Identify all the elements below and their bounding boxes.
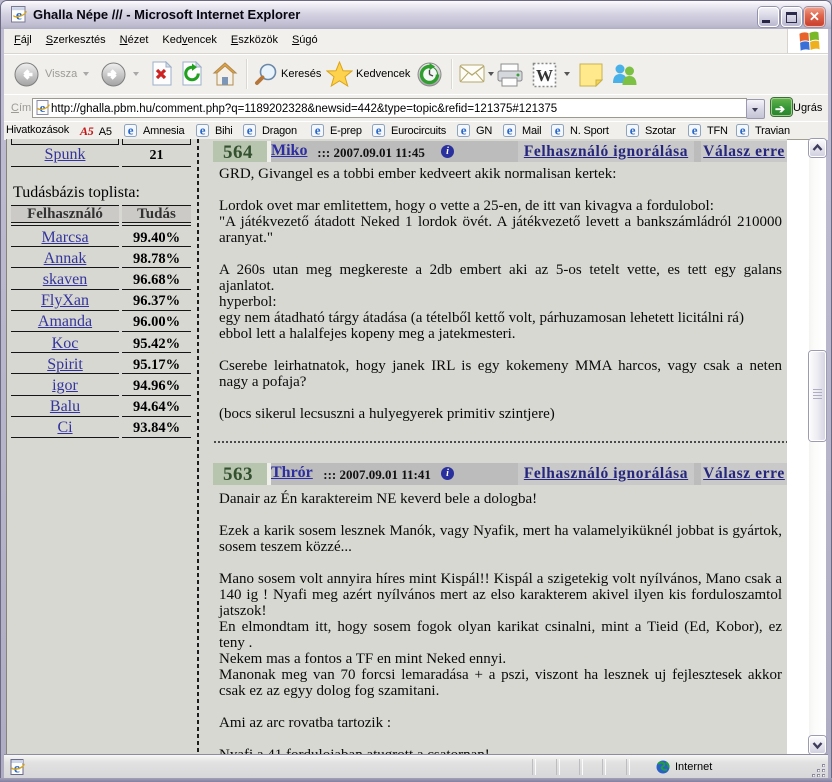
svg-text:W: W xyxy=(536,66,553,85)
svg-text:e: e xyxy=(200,124,206,137)
svg-text:e: e xyxy=(555,124,561,137)
svg-text:e: e xyxy=(692,124,698,137)
svg-text:e: e xyxy=(630,124,636,137)
svg-text:e: e xyxy=(315,124,321,137)
svg-text:e: e xyxy=(128,124,134,137)
svg-text:e: e xyxy=(740,124,746,137)
svg-text:e: e xyxy=(376,124,382,137)
svg-text:e: e xyxy=(507,124,513,137)
svg-text:e: e xyxy=(461,124,467,137)
svg-text:e: e xyxy=(247,124,253,137)
svg-text:e: e xyxy=(40,100,46,115)
